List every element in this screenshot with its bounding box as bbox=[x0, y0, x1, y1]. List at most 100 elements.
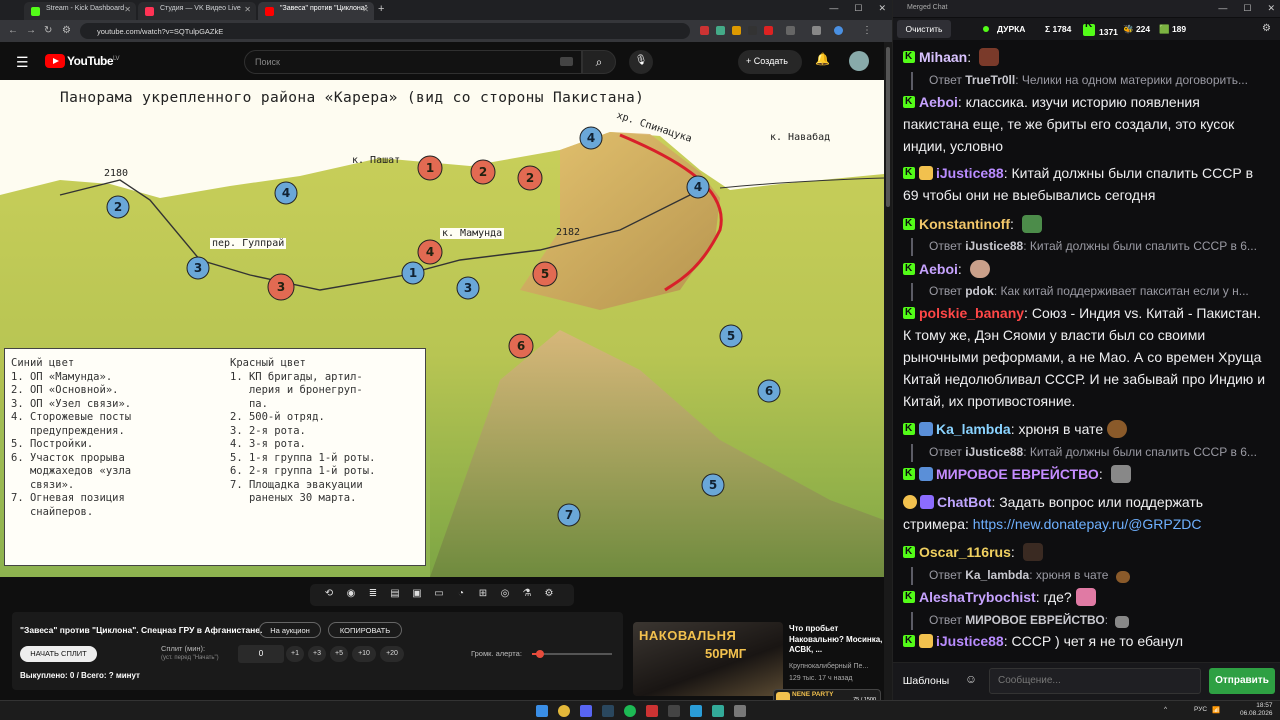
templates-button[interactable]: Шаблоны bbox=[897, 670, 955, 694]
extension-icon[interactable] bbox=[716, 26, 725, 35]
tab-vk-studio[interactable]: Студия — VK Видео Live ✕ bbox=[138, 2, 256, 20]
tab-kick-dashboard[interactable]: Stream - Kick Dashboard ✕ bbox=[24, 2, 136, 20]
chat-username[interactable]: iJustice88 bbox=[936, 633, 1004, 649]
chat-username[interactable]: ChatBot bbox=[937, 494, 991, 510]
chat-username[interactable]: Mihaan bbox=[919, 49, 967, 65]
playlist-icon[interactable]: ≣ bbox=[366, 588, 380, 602]
system-tray[interactable]: ^ bbox=[1164, 706, 1167, 713]
increment-1-button[interactable]: +1 bbox=[286, 646, 304, 662]
forward-icon[interactable]: → bbox=[26, 25, 36, 36]
message-input[interactable]: Сообщение... bbox=[989, 668, 1201, 694]
youtube-logo-icon[interactable] bbox=[45, 54, 65, 68]
increment-5-button[interactable]: +5 bbox=[330, 646, 348, 662]
browser-menu-icon[interactable]: ⋮ bbox=[862, 25, 872, 36]
chrome-icon[interactable] bbox=[558, 705, 570, 717]
screenshot-icon[interactable]: ◎ bbox=[498, 588, 512, 602]
url-field[interactable]: youtube.com/watch?v=SQTulpGAZkE bbox=[80, 23, 690, 39]
discord-icon[interactable] bbox=[580, 705, 592, 717]
filter-icon[interactable]: ⚗ bbox=[520, 588, 534, 602]
auction-button[interactable]: На аукцион bbox=[259, 622, 321, 638]
extension-icon[interactable] bbox=[732, 26, 741, 35]
close-tab-icon[interactable]: ✕ bbox=[244, 5, 251, 14]
site-info-icon[interactable]: ⚙ bbox=[62, 25, 71, 36]
chat-username[interactable]: МИРОВОЕ ЕВРЕЙСТВО bbox=[936, 466, 1099, 482]
increment-3-button[interactable]: +3 bbox=[308, 646, 326, 662]
profile-icon[interactable] bbox=[834, 26, 843, 35]
extension-icon[interactable] bbox=[700, 26, 709, 35]
back-icon[interactable]: ← bbox=[8, 25, 18, 36]
obs-icon[interactable] bbox=[668, 705, 680, 717]
send-button[interactable]: Отправить bbox=[1209, 668, 1275, 694]
settings-icon[interactable]: ⚙ bbox=[1262, 23, 1271, 34]
cinema-icon[interactable]: ▭ bbox=[432, 588, 446, 602]
minimize-icon[interactable]: — bbox=[1218, 3, 1227, 14]
reply-quote[interactable]: Ответ pdok: Как китай поддерживает пакси… bbox=[911, 283, 1271, 301]
steam-icon[interactable] bbox=[602, 705, 614, 717]
reply-quote[interactable]: Ответ TrueTr0ll: Челики на одном материк… bbox=[911, 72, 1271, 90]
reply-quote[interactable]: Ответ МИРОВОЕ ЕВРЕЙСТВО: bbox=[911, 612, 1271, 630]
clear-chat-button[interactable]: Очистить bbox=[897, 20, 951, 38]
extension-icon[interactable] bbox=[748, 26, 757, 35]
scrollbar-thumb[interactable] bbox=[886, 47, 890, 207]
chat-username[interactable]: Konstantinoff bbox=[919, 216, 1010, 232]
reply-quote[interactable]: Ответ Ka_lambda: хрюня в чате bbox=[911, 567, 1271, 585]
alert-volume-slider[interactable] bbox=[532, 650, 612, 658]
reply-quote[interactable]: Ответ iJustice88: Китай должны были спал… bbox=[911, 238, 1271, 256]
add-icon[interactable]: ⊞ bbox=[476, 588, 490, 602]
app-icon[interactable] bbox=[646, 705, 658, 717]
emoji-icon[interactable]: ☺ bbox=[961, 672, 981, 692]
settings-icon[interactable]: ⚙ bbox=[542, 588, 556, 602]
split-minutes-input[interactable]: 0 bbox=[238, 645, 284, 663]
network-icon[interactable]: 📶 bbox=[1212, 706, 1220, 714]
close-window-icon[interactable]: ✕ bbox=[878, 3, 886, 14]
tab-youtube-video[interactable]: "Завеса" против "Циклона" ✕ bbox=[258, 2, 374, 20]
close-tab-icon[interactable]: ✕ bbox=[362, 5, 369, 14]
search-input[interactable]: Поиск bbox=[244, 50, 582, 74]
speed-icon[interactable]: ◔ bbox=[454, 588, 468, 602]
chat-username[interactable]: polskie_banany bbox=[919, 305, 1024, 321]
clapper-icon[interactable]: ▤ bbox=[388, 588, 402, 602]
keyboard-language[interactable]: РУС bbox=[1194, 706, 1207, 713]
app-icon[interactable] bbox=[734, 705, 746, 717]
youtube-logo-text[interactable]: YouTubeLV bbox=[67, 54, 119, 68]
search-button[interactable]: ⌕ bbox=[582, 50, 616, 74]
audio-icon[interactable]: ◉ bbox=[344, 588, 358, 602]
recommended-channel[interactable]: Крупнокалиберный Пе... bbox=[789, 661, 883, 673]
increment-20-button[interactable]: +20 bbox=[380, 646, 404, 662]
clock[interactable]: 18:57 06.08.2026 bbox=[1240, 702, 1273, 718]
spotify-icon[interactable] bbox=[624, 705, 636, 717]
page-scrollbar[interactable] bbox=[884, 42, 892, 700]
menu-icon[interactable]: ☰ bbox=[16, 54, 29, 71]
copy-button[interactable]: КОПИРОВАТЬ bbox=[328, 622, 402, 638]
recommended-video-title[interactable]: Что пробьет Наковальню? Мосинка, АСВК, .… bbox=[789, 624, 883, 656]
chat-username[interactable]: Oscar_116rus bbox=[919, 544, 1011, 560]
slider-knob[interactable] bbox=[536, 650, 544, 658]
notifications-bell-icon[interactable]: 🔔 bbox=[815, 52, 830, 66]
chat-username[interactable]: Ka_lambda bbox=[936, 421, 1011, 437]
new-tab-icon[interactable]: + bbox=[378, 3, 384, 15]
create-button[interactable]: + Создать bbox=[738, 50, 802, 74]
close-window-icon[interactable]: ✕ bbox=[1267, 3, 1275, 14]
video-player[interactable]: Панорама укрепленного района «Карера» (в… bbox=[0, 80, 884, 577]
close-tab-icon[interactable]: ✕ bbox=[124, 5, 131, 14]
download-icon[interactable] bbox=[812, 26, 821, 35]
maximize-icon[interactable]: ☐ bbox=[1243, 3, 1251, 14]
pip-icon[interactable]: ▣ bbox=[410, 588, 424, 602]
telegram-icon[interactable] bbox=[690, 705, 702, 717]
loop-icon[interactable]: ⟲ bbox=[322, 588, 336, 602]
reload-icon[interactable]: ↻ bbox=[44, 25, 52, 36]
chat-username[interactable]: iJustice88 bbox=[936, 165, 1004, 181]
keyboard-icon[interactable] bbox=[560, 57, 573, 66]
maximize-icon[interactable]: ☐ bbox=[854, 3, 862, 14]
chat-username[interactable]: AleshaTrybochist bbox=[919, 589, 1036, 605]
start-split-button[interactable]: НАЧАТЬ СПЛИТ bbox=[20, 646, 97, 662]
reply-quote[interactable]: Ответ iJustice88: Китай должны были спал… bbox=[911, 444, 1271, 462]
app-icon[interactable] bbox=[712, 705, 724, 717]
chat-username[interactable]: Aeboi bbox=[919, 261, 958, 277]
avatar[interactable] bbox=[849, 51, 869, 71]
extension-icon[interactable] bbox=[764, 26, 773, 35]
chat-username[interactable]: Aeboi bbox=[919, 94, 958, 110]
donate-link[interactable]: https://new.donatepay.ru/@GRPZDC bbox=[973, 516, 1202, 532]
windows-start-icon[interactable] bbox=[536, 705, 548, 717]
increment-10-button[interactable]: +10 bbox=[352, 646, 376, 662]
